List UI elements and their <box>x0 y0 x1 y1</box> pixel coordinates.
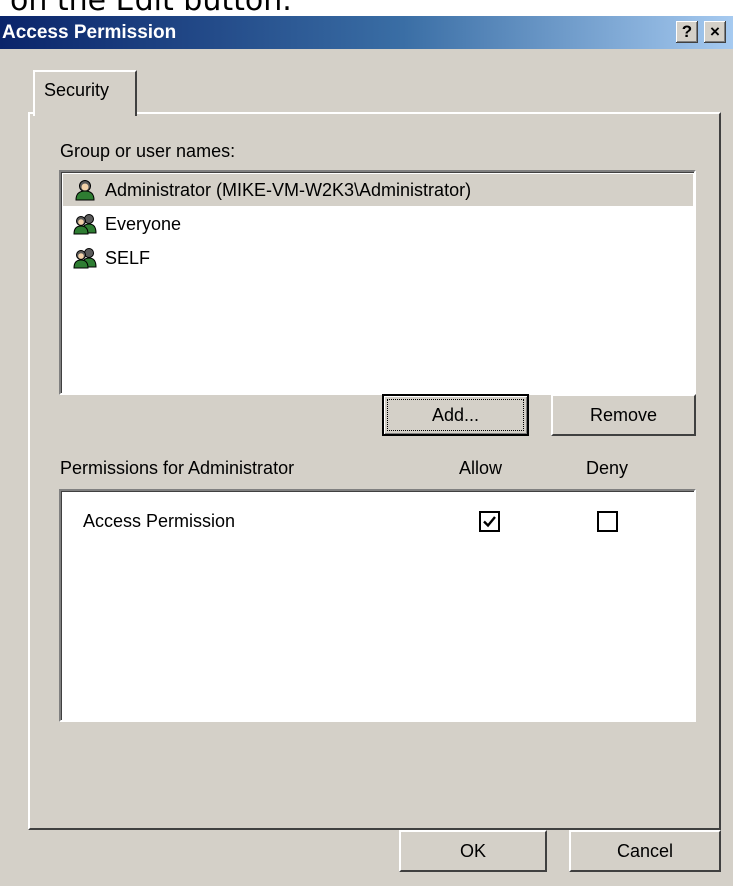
single-user-icon <box>75 180 95 201</box>
user-label-self: SELF <box>105 248 151 268</box>
allow-checkbox[interactable] <box>479 511 500 532</box>
checkmark-icon <box>600 514 615 529</box>
permission-name: Access Permission <box>83 511 236 531</box>
access-permission-dialog: Access Permission ? × Security Group or … <box>0 16 733 886</box>
deny-checkbox[interactable] <box>597 511 618 532</box>
permissions-for-label: Permissions for Administrator <box>60 458 295 478</box>
user-label-everyone: Everyone <box>105 214 182 234</box>
allow-column-header: Allow <box>459 458 503 478</box>
caption-fragment: on the Edit button. <box>0 0 733 16</box>
list-item-everyone[interactable]: Everyone <box>63 208 693 240</box>
help-button[interactable]: ? <box>676 21 698 43</box>
deny-column-header: Deny <box>586 458 629 478</box>
list-item-administrator[interactable]: Administrator (MIKE-VM-W2K3\Administrato… <box>63 174 693 206</box>
window-title: Access Permission <box>2 22 177 43</box>
remove-button[interactable]: Remove <box>551 394 696 436</box>
checkmark-icon <box>483 516 496 528</box>
cancel-button[interactable]: Cancel <box>569 830 721 872</box>
list-item-self[interactable]: SELF <box>63 242 693 274</box>
group-users-icon <box>73 214 97 235</box>
user-list[interactable]: Administrator (MIKE-VM-W2K3\Administrato… <box>59 170 696 395</box>
ok-button[interactable]: OK <box>399 830 547 872</box>
group-user-names-label: Group or user names: <box>60 141 236 161</box>
permissions-list: Access Permission <box>59 489 696 722</box>
title-bar[interactable]: Access Permission ? × <box>0 16 733 49</box>
close-button[interactable]: × <box>704 21 726 43</box>
tab-security[interactable]: Security <box>33 70 137 116</box>
group-users-icon <box>73 248 97 269</box>
add-button[interactable]: Add... <box>382 394 529 436</box>
user-label-administrator: Administrator (MIKE-VM-W2K3\Administrato… <box>105 180 472 200</box>
